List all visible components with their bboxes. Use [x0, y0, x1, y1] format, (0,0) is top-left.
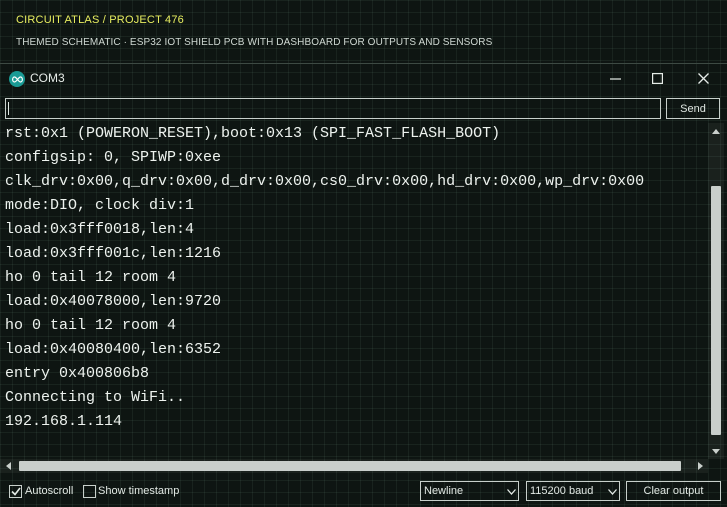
scroll-up-button[interactable] — [708, 123, 724, 139]
baud-rate-value: 115200 baud — [530, 485, 594, 497]
brand-title: CIRCUIT ATLAS / PROJECT 476 — [16, 14, 185, 26]
minimize-icon — [609, 77, 621, 80]
window-title: COM3 — [30, 71, 65, 85]
output-line: ho 0 tail 12 room 4 — [5, 269, 177, 286]
output-line: load:0x3fff0018,len:4 — [5, 221, 195, 238]
show-timestamp-label[interactable]: Show timestamp — [98, 485, 179, 497]
vertical-scrollbar[interactable] — [708, 123, 724, 459]
serial-output[interactable]: rst:0x1 (POWERON_RESET),boot:0x13 (SPI_F… — [0, 123, 708, 459]
scroll-right-button[interactable] — [692, 459, 708, 473]
output-line: 192.168.1.114 — [5, 413, 123, 430]
text-caret — [8, 102, 9, 115]
show-timestamp-checkbox[interactable] — [83, 485, 96, 498]
baud-rate-select[interactable]: 115200 baud — [526, 481, 620, 501]
page-subtitle: THEMED SCHEMATIC · ESP32 IOT SHIELD PCB … — [16, 37, 493, 48]
output-line: load:0x40078000,len:9720 — [5, 293, 222, 310]
output-line: ho 0 tail 12 room 4 — [5, 317, 177, 334]
chevron-left-icon — [5, 462, 11, 470]
serial-monitor-window: COM3 Send rst:0x1 (POWERON_RESET),boot:0… — [0, 63, 727, 507]
chevron-up-icon — [712, 128, 720, 134]
horizontal-scrollbar[interactable] — [0, 459, 708, 473]
chevron-down-icon — [712, 448, 720, 454]
maximize-icon — [651, 72, 663, 84]
output-line: rst:0x1 (POWERON_RESET),boot:0x13 (SPI_F… — [5, 125, 501, 142]
chevron-down-icon — [607, 487, 617, 497]
arduino-infinity-icon — [9, 71, 25, 87]
minimize-button[interactable] — [601, 68, 629, 88]
send-button[interactable]: Send — [666, 98, 720, 119]
output-line: Connecting to WiFi.. — [5, 389, 186, 406]
output-line: configsip: 0, SPIWP:0xee — [5, 149, 222, 166]
close-icon — [697, 72, 709, 84]
clear-output-button[interactable]: Clear output — [626, 481, 721, 501]
scroll-down-button[interactable] — [708, 443, 724, 459]
send-row: Send — [0, 95, 727, 123]
chevron-right-icon — [697, 462, 703, 470]
maximize-button[interactable] — [643, 68, 671, 88]
status-bar: Autoscroll Show timestamp Newline 115200… — [0, 478, 727, 506]
scroll-left-button[interactable] — [0, 459, 16, 473]
chevron-down-icon — [506, 487, 516, 497]
autoscroll-label[interactable]: Autoscroll — [25, 485, 73, 497]
output-line: load:0x40080400,len:6352 — [5, 341, 222, 358]
horizontal-scroll-thumb[interactable] — [19, 461, 681, 471]
output-line: clk_drv:0x00,q_drv:0x00,d_drv:0x00,cs0_d… — [5, 173, 645, 190]
close-button[interactable] — [689, 68, 717, 88]
line-ending-select[interactable]: Newline — [420, 481, 519, 501]
output-line: load:0x3fff001c,len:1216 — [5, 245, 222, 262]
serial-input[interactable] — [5, 98, 661, 119]
checkmark-icon — [10, 487, 21, 496]
vertical-scroll-thumb[interactable] — [711, 186, 721, 435]
output-line: entry 0x400806b8 — [5, 365, 150, 382]
autoscroll-checkbox[interactable] — [9, 485, 22, 498]
line-ending-value: Newline — [424, 485, 464, 497]
title-bar[interactable]: COM3 — [0, 64, 727, 93]
output-line: mode:DIO, clock div:1 — [5, 197, 195, 214]
page-header: CIRCUIT ATLAS / PROJECT 476 THEMED SCHEM… — [0, 0, 727, 62]
